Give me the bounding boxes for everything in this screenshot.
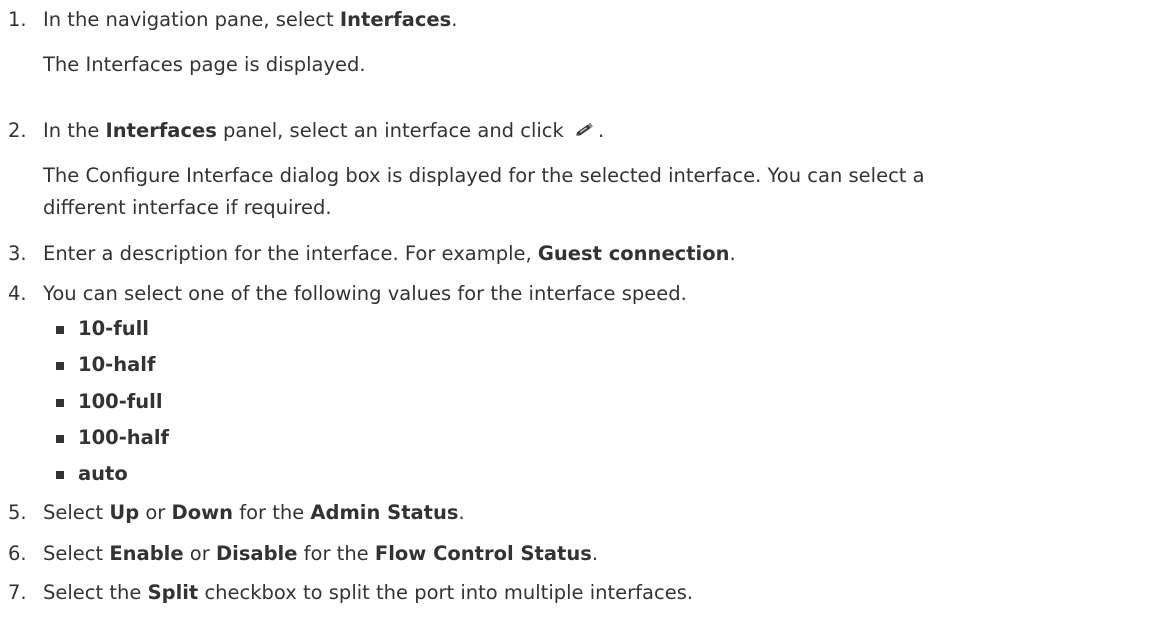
speed-option-label: 10-full	[78, 317, 149, 340]
step-text: In the navigation pane, select Interface…	[43, 8, 458, 31]
step-number: 1.	[8, 8, 27, 31]
instruction-document: 1. In the navigation pane, select Interf…	[0, 0, 1162, 644]
speed-option-label: 100-half	[78, 426, 170, 449]
ui-term-down: Down	[171, 501, 233, 524]
square-bullet-icon	[56, 362, 64, 370]
step-text: Select Enable or Disable for the Flow Co…	[43, 542, 599, 565]
step-number: 3.	[8, 242, 27, 265]
ui-term-interfaces: Interfaces	[339, 8, 452, 31]
square-bullet-icon	[56, 399, 64, 407]
ui-term-split: Split	[147, 581, 199, 604]
step-2-result-line-2: different interface if required.	[43, 196, 332, 219]
step-number: 2.	[8, 119, 27, 142]
step-number: 4.	[8, 282, 27, 305]
step-text: In the Interfaces panel, select an inter…	[43, 119, 605, 142]
step-text: You can select one of the following valu…	[43, 282, 687, 305]
step-number: 5.	[8, 501, 27, 524]
ui-term-flow-control-status: Flow Control Status	[374, 542, 592, 565]
step-number: 6.	[8, 542, 27, 565]
ui-term-disable: Disable	[215, 542, 298, 565]
step-text: Enter a description for the interface. F…	[43, 242, 736, 265]
square-bullet-icon	[56, 326, 64, 334]
step-text: Select Up or Down for the Admin Status.	[43, 501, 465, 524]
ui-term-guest-connection: Guest connection	[537, 242, 730, 265]
ui-term-up: Up	[109, 501, 140, 524]
ui-term-interfaces: Interfaces	[105, 119, 217, 142]
square-bullet-icon	[56, 471, 64, 479]
step-2-result-line-1: The Configure Interface dialog box is di…	[43, 164, 925, 187]
speed-option-label: auto	[78, 462, 128, 485]
pencil-edit-icon	[574, 119, 596, 139]
ui-term-admin-status: Admin Status	[310, 501, 459, 524]
square-bullet-icon	[56, 435, 64, 443]
step-text: Select the Split checkbox to split the p…	[43, 581, 694, 604]
ui-term-enable: Enable	[109, 542, 184, 565]
speed-option-label: 10-half	[78, 353, 156, 376]
step-number: 7.	[8, 581, 27, 604]
step-1-result: The Interfaces page is displayed.	[43, 53, 366, 76]
speed-option-label: 100-full	[78, 390, 163, 413]
